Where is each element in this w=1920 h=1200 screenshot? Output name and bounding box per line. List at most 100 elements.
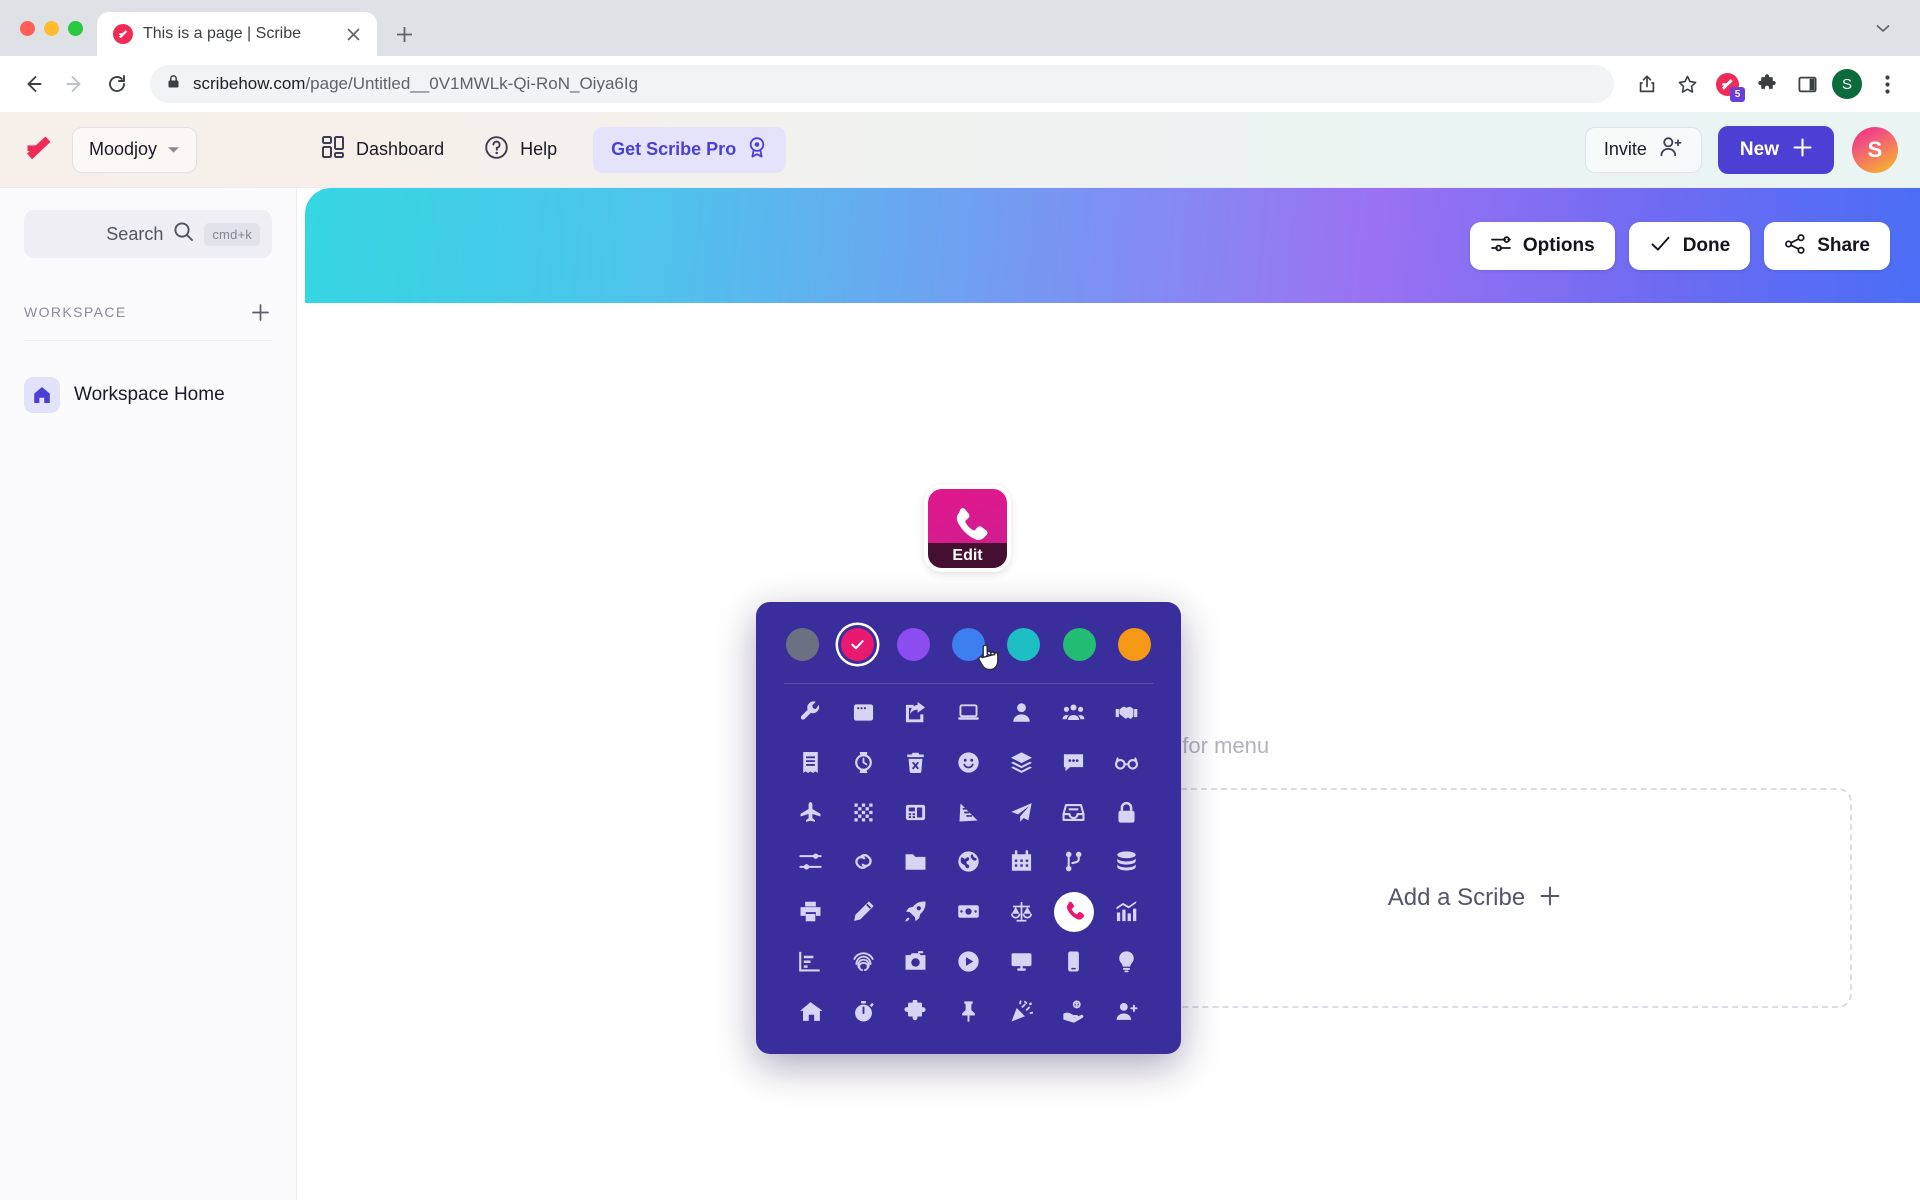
scribe-logo[interactable]	[18, 133, 62, 167]
picker-icon-receipt-icon[interactable]	[790, 743, 830, 783]
picker-icon-link-icon[interactable]	[843, 842, 883, 882]
side-panel-icon[interactable]	[1788, 65, 1826, 103]
browser-window: This is a page | Scribe scribehow.com/pa…	[0, 0, 1920, 1200]
picker-icon-plane-icon[interactable]	[790, 792, 830, 832]
picker-icon-glasses-icon[interactable]	[1107, 743, 1147, 783]
options-label: Options	[1522, 235, 1595, 256]
color-swatch-purple[interactable]	[896, 628, 930, 661]
color-swatch-pink[interactable]	[841, 628, 875, 661]
search-input[interactable]: Search cmd+k	[24, 210, 272, 258]
reload-icon[interactable]	[98, 65, 136, 103]
add-scribe-label: Add a Scribe	[1387, 884, 1526, 911]
picker-icon-calendar-icon[interactable]	[1001, 842, 1041, 882]
sidebar: Search cmd+k WORKSPACE Workspace Home	[0, 188, 297, 1200]
picker-icon-home-icon[interactable]	[790, 991, 830, 1031]
picker-icon-smiley-icon[interactable]	[948, 743, 988, 783]
invite-button[interactable]: Invite	[1584, 126, 1702, 173]
mouse-cursor-pointing-hand	[975, 643, 1001, 680]
picker-icon-pencil-icon[interactable]	[843, 892, 883, 932]
color-swatch-green[interactable]	[1062, 628, 1096, 661]
new-tab-button[interactable]	[387, 17, 421, 51]
picker-icon-user-icon[interactable]	[1001, 693, 1041, 733]
picker-icon-watch-icon[interactable]	[843, 743, 883, 783]
picker-icon-chart-up-icon[interactable]	[1107, 892, 1147, 932]
picker-icon-phone-icon[interactable]	[1053, 891, 1094, 932]
scribe-favicon	[113, 24, 133, 44]
picker-icon-git-branch-icon[interactable]	[1054, 842, 1094, 882]
profile-avatar[interactable]: S	[1828, 65, 1866, 103]
picker-icon-laptop-icon[interactable]	[948, 693, 988, 733]
picker-icon-paper-plane-icon[interactable]	[1001, 792, 1041, 832]
picker-icon-comment-icon[interactable]	[1054, 743, 1094, 783]
picker-icon-pin-icon[interactable]	[948, 991, 988, 1031]
close-tab-button[interactable]	[341, 22, 365, 46]
minimize-window-button[interactable]	[44, 20, 59, 36]
bookmark-star-icon[interactable]	[1668, 65, 1706, 103]
picker-icon-confetti-icon[interactable]	[1001, 991, 1041, 1031]
picker-icon-stopwatch-icon[interactable]	[843, 991, 883, 1031]
share-icon[interactable]	[1628, 65, 1666, 103]
picker-icon-database-icon[interactable]	[1107, 842, 1147, 882]
page-banner[interactable]: Options Done Share	[305, 188, 1920, 303]
picker-icon-chart-down-icon[interactable]	[790, 941, 830, 981]
help-circle-icon	[484, 135, 509, 165]
sidebar-item-workspace-home[interactable]: Workspace Home	[0, 363, 296, 427]
extensions-puzzle-icon[interactable]	[1748, 65, 1786, 103]
close-window-button[interactable]	[20, 20, 35, 36]
user-avatar[interactable]: S	[1852, 126, 1898, 173]
picker-icon-lightbulb-icon[interactable]	[1107, 941, 1147, 981]
picker-icon-users-icon[interactable]	[1054, 693, 1094, 733]
picker-icon-user-plus-icon[interactable]	[1107, 991, 1147, 1031]
done-button[interactable]: Done	[1628, 222, 1751, 270]
picker-icon-lock-icon[interactable]	[1107, 792, 1147, 832]
address-bar[interactable]: scribehow.com/page/Untitled__0V1MWLk-Qi-…	[150, 65, 1614, 103]
tab-list-chevron-icon[interactable]	[1864, 9, 1902, 47]
page-icon-edit-label[interactable]: Edit	[928, 543, 1007, 568]
main-content: Options Done Share Edit for menu Add a S…	[297, 188, 1920, 1200]
picker-icon-folder-icon[interactable]	[896, 842, 936, 882]
picker-icon-sliders-icon[interactable]	[790, 842, 830, 882]
picker-icon-fingerprint-icon[interactable]	[843, 941, 883, 981]
color-swatch-gray[interactable]	[786, 628, 819, 661]
picker-icon-inbox-icon[interactable]	[1054, 792, 1094, 832]
picker-icon-money-bill-icon[interactable]	[948, 892, 988, 932]
picker-icon-globe-icon[interactable]	[948, 842, 988, 882]
add-scribe-dropzone[interactable]: Add a Scribe	[1097, 788, 1852, 1008]
options-button[interactable]: Options	[1469, 222, 1615, 270]
forward-icon[interactable]	[56, 65, 94, 103]
picker-icon-wrench-icon[interactable]	[790, 693, 830, 733]
picker-icon-trash-icon[interactable]	[896, 743, 936, 783]
picker-icon-hand-dollar-icon[interactable]	[1054, 991, 1094, 1031]
picker-icon-mobile-icon[interactable]	[1054, 941, 1094, 981]
browser-tab[interactable]: This is a page | Scribe	[97, 12, 377, 56]
page-icon-button[interactable]: Edit	[924, 485, 1011, 572]
nav-item-dashboard[interactable]: Dashboard	[307, 127, 458, 173]
color-swatch-teal[interactable]	[1007, 628, 1041, 661]
workspace-switcher-button[interactable]: Moodjoy	[72, 126, 198, 173]
picker-icon-layers-icon[interactable]	[1001, 743, 1041, 783]
picker-icon-play-circle-icon[interactable]	[948, 941, 988, 981]
scribe-extension-icon[interactable]: 5	[1708, 65, 1746, 103]
add-workspace-item-button[interactable]	[248, 300, 272, 324]
nav-item-help[interactable]: Help	[470, 127, 571, 173]
picker-icon-rocket-icon[interactable]	[896, 892, 936, 932]
picker-icon-scales-icon[interactable]	[1001, 892, 1041, 932]
color-swatch-orange[interactable]	[1117, 628, 1151, 661]
picker-icon-share-square-icon[interactable]	[896, 693, 936, 733]
new-button[interactable]: New	[1717, 125, 1834, 174]
picker-icon-printer-icon[interactable]	[790, 892, 830, 932]
picker-icon-monitor-icon[interactable]	[1001, 941, 1041, 981]
picker-icon-ruler-triangle-icon[interactable]	[948, 792, 988, 832]
get-scribe-pro-button[interactable]: Get Scribe Pro	[593, 126, 787, 173]
share-button[interactable]: Share	[1764, 222, 1890, 270]
picker-icon-handshake-icon[interactable]	[1107, 693, 1147, 733]
picker-icon-calculator-icon[interactable]	[896, 792, 936, 832]
browser-toolbar: scribehow.com/page/Untitled__0V1MWLk-Qi-…	[0, 56, 1920, 112]
picker-icon-keypad-grid-icon[interactable]	[843, 792, 883, 832]
browser-menu-icon[interactable]	[1868, 65, 1906, 103]
picker-icon-puzzle-icon[interactable]	[896, 991, 936, 1031]
back-icon[interactable]	[14, 65, 52, 103]
picker-icon-camera-icon[interactable]	[896, 941, 936, 981]
maximize-window-button[interactable]	[68, 20, 83, 36]
picker-icon-browser-window-icon[interactable]	[843, 693, 883, 733]
